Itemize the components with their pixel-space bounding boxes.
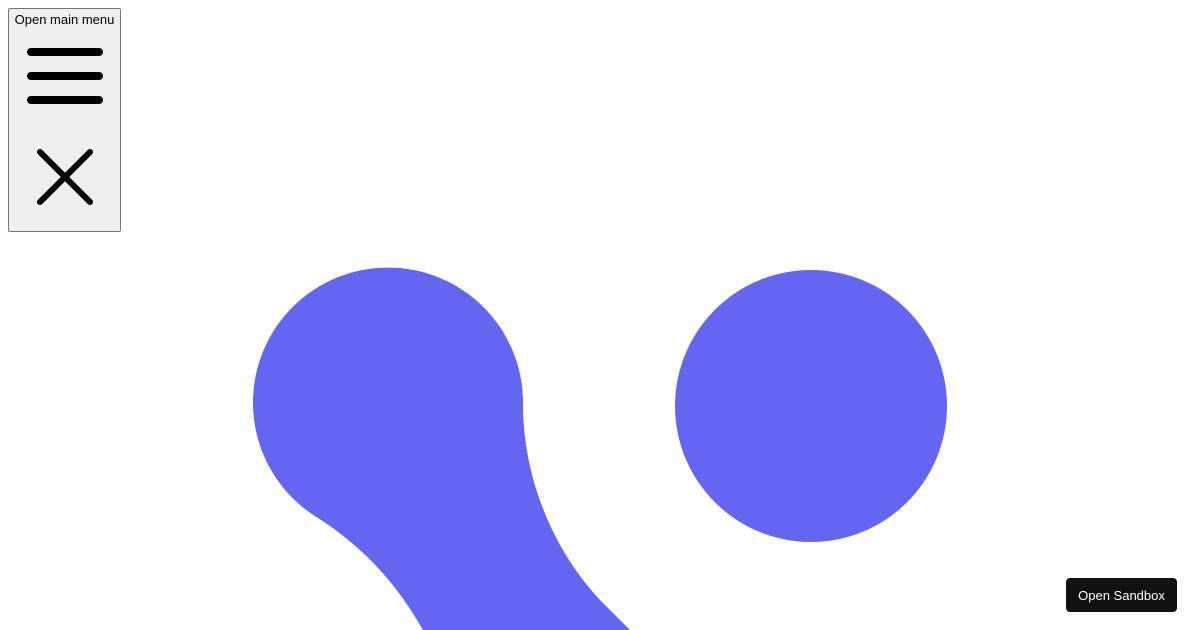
page: Open main menu Open Sandbox (0, 0, 1200, 630)
open-sandbox-button[interactable]: Open Sandbox (1066, 578, 1177, 612)
logo-circle-shape (675, 270, 947, 542)
logo-drop-shape (253, 267, 630, 630)
brand-logo-icon (253, 267, 947, 630)
